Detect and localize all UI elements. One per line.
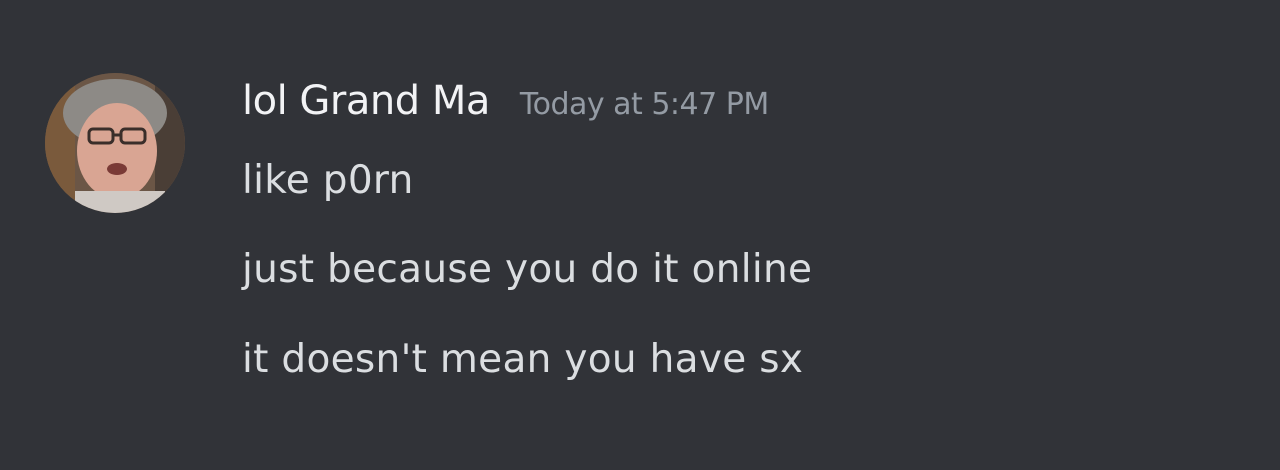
timestamp[interactable]: Today at 5:47 PM (520, 87, 769, 122)
message-line: it doesn't mean you have sx (242, 337, 804, 382)
message-header: lol Grand Ma Today at 5:47 PM (242, 78, 769, 134)
avatar[interactable] (45, 73, 185, 213)
message-line: like p0rn (242, 158, 414, 203)
username[interactable]: lol Grand Ma (242, 78, 490, 124)
message-line: just because you do it online (242, 247, 813, 292)
chat-message: lol Grand Ma Today at 5:47 PM like p0rn … (0, 0, 1280, 470)
